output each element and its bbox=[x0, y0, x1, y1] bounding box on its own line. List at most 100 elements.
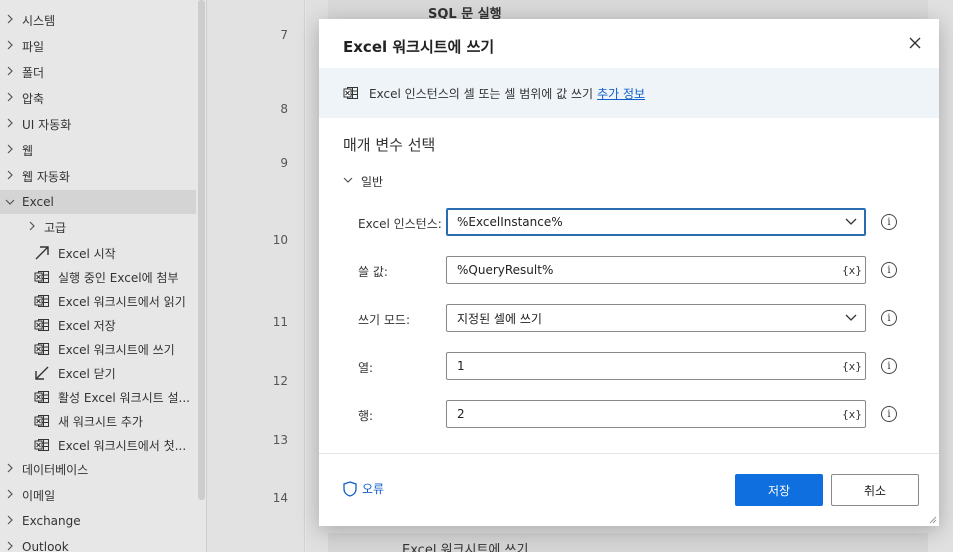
line-number: 11 bbox=[272, 315, 288, 329]
sidebar-category[interactable]: 웹 자동화 bbox=[0, 164, 70, 188]
sidebar-category[interactable]: 웹 bbox=[0, 138, 33, 162]
tree-item-label: 폴더 bbox=[22, 65, 45, 80]
excel-instance-dropdown[interactable]: %ExcelInstance% bbox=[446, 208, 866, 236]
tree-item-label: Excel 워크시트에서 첫... bbox=[58, 438, 187, 453]
arrow-up-right-icon bbox=[34, 245, 50, 261]
sidebar-category[interactable]: 데이터베이스 bbox=[0, 457, 88, 481]
excel-instance-value: %ExcelInstance% bbox=[457, 215, 563, 229]
actions-panel-scrollbar[interactable] bbox=[198, 0, 205, 500]
excel-sheet-icon bbox=[34, 413, 50, 429]
sidebar-category[interactable]: 시스템 bbox=[0, 8, 55, 32]
excel-sheet-icon bbox=[34, 389, 50, 405]
sidebar-action-item[interactable]: Excel 워크시트에 쓰기 bbox=[34, 337, 175, 361]
errors-label: 오류 bbox=[362, 482, 385, 496]
value-to-write-row: 쓸 값: %QueryResult% {x} i bbox=[319, 256, 939, 284]
value-to-write-input[interactable]: %QueryResult% {x} bbox=[446, 256, 866, 284]
value-to-write-value: %QueryResult% bbox=[457, 263, 554, 277]
sidebar-category[interactable]: 압축 bbox=[0, 86, 44, 110]
line-number: 12 bbox=[272, 374, 288, 388]
chevron-right-icon bbox=[4, 489, 16, 502]
variable-picker-button[interactable]: {x} bbox=[839, 257, 865, 283]
info-icon[interactable]: i bbox=[881, 214, 897, 230]
tree-item-label: 데이터베이스 bbox=[22, 462, 89, 477]
group-label: 일반 bbox=[361, 175, 384, 189]
tree-item-label: Exchange bbox=[22, 514, 81, 528]
tree-item-label: Excel bbox=[22, 195, 54, 209]
write-mode-dropdown[interactable]: 지정된 셀에 쓰기 bbox=[446, 304, 866, 332]
chevron-right-icon bbox=[26, 221, 38, 234]
close-icon bbox=[909, 37, 921, 49]
errors-button[interactable]: 오류 bbox=[343, 480, 384, 497]
sidebar-action-item[interactable]: 새 워크시트 추가 bbox=[34, 409, 143, 433]
excel-sheet-icon bbox=[34, 293, 50, 309]
sidebar-action-item[interactable]: Excel 시작 bbox=[34, 241, 116, 265]
sidebar-action-item[interactable]: Excel 저장 bbox=[34, 313, 116, 337]
sidebar-subcategory-advanced[interactable]: 고급 bbox=[22, 215, 66, 239]
tree-item-label: 고급 bbox=[44, 220, 67, 235]
tree-item-label: 웹 bbox=[22, 143, 34, 158]
info-icon[interactable]: i bbox=[881, 358, 897, 374]
tree-item-label: UI 자동화 bbox=[22, 117, 72, 132]
shield-icon bbox=[343, 480, 357, 497]
tree-item-label: 실행 중인 Excel에 첨부 bbox=[58, 270, 179, 285]
chevron-right-icon bbox=[4, 14, 16, 27]
info-icon[interactable]: i bbox=[881, 262, 897, 278]
chevron-right-icon bbox=[4, 40, 16, 53]
info-icon[interactable]: i bbox=[881, 406, 897, 422]
cancel-button[interactable]: 취소 bbox=[831, 474, 919, 506]
sidebar-category[interactable]: UI 자동화 bbox=[0, 112, 71, 136]
flow-action-card[interactable]: Excel 워크시트에 쓰기 bbox=[328, 533, 928, 552]
info-icon[interactable]: i bbox=[881, 310, 897, 326]
excel-sheet-icon bbox=[343, 85, 359, 101]
write-to-excel-dialog: Excel 워크시트에 쓰기 Excel 인스턴스의 셀 또는 셀 범위에 값 … bbox=[319, 19, 939, 526]
write-mode-row: 쓰기 모드: 지정된 셀에 쓰기 i bbox=[319, 304, 939, 332]
chevron-right-icon bbox=[4, 92, 16, 105]
sidebar-category-excel[interactable]: Excel bbox=[0, 190, 196, 214]
sidebar-action-item[interactable]: Excel 워크시트에서 읽기 bbox=[34, 289, 186, 313]
write-mode-label: 쓰기 모드: bbox=[358, 313, 411, 327]
chevron-right-icon bbox=[4, 541, 16, 552]
sidebar-category[interactable]: Exchange bbox=[0, 509, 81, 533]
save-button[interactable]: 저장 bbox=[735, 474, 823, 506]
excel-sheet-icon bbox=[34, 437, 50, 453]
sidebar-action-item[interactable]: Excel 워크시트에서 첫... bbox=[34, 433, 186, 457]
line-number: 8 bbox=[280, 102, 288, 116]
variable-picker-button[interactable]: {x} bbox=[839, 353, 865, 379]
chevron-down-icon bbox=[837, 305, 865, 331]
column-input[interactable]: 1 {x} bbox=[446, 352, 866, 380]
sidebar-action-item[interactable]: 활성 Excel 워크시트 설... bbox=[34, 385, 190, 409]
chevron-down-icon bbox=[343, 175, 353, 188]
sidebar-category[interactable]: 파일 bbox=[0, 34, 44, 58]
tree-item-label: 압축 bbox=[22, 91, 45, 106]
variable-picker-button[interactable]: {x} bbox=[839, 401, 865, 427]
excel-instance-row: Excel 인스턴스: %ExcelInstance% i bbox=[319, 208, 939, 236]
value-to-write-label: 쓸 값: bbox=[358, 265, 388, 279]
column-label: 열: bbox=[358, 361, 374, 375]
chevron-right-icon bbox=[4, 118, 16, 131]
chevron-right-icon bbox=[4, 144, 16, 157]
tree-item-label: 활성 Excel 워크시트 설... bbox=[58, 390, 190, 405]
sidebar-category[interactable]: Outlook bbox=[0, 535, 69, 552]
arrow-down-left-icon bbox=[34, 365, 50, 381]
line-number: 9 bbox=[280, 156, 288, 170]
close-button[interactable] bbox=[905, 33, 925, 53]
row-input[interactable]: 2 {x} bbox=[446, 400, 866, 428]
dialog-description: Excel 인스턴스의 셀 또는 셀 범위에 값 쓰기 bbox=[369, 86, 594, 101]
sidebar-action-item[interactable]: 실행 중인 Excel에 첨부 bbox=[34, 265, 179, 289]
sidebar-category[interactable]: 이메일 bbox=[0, 483, 55, 507]
line-number: 14 bbox=[272, 491, 288, 505]
tree-item-label: Excel 시작 bbox=[58, 246, 116, 261]
tree-item-label: 이메일 bbox=[22, 488, 56, 503]
column-row: 열: 1 {x} i bbox=[319, 352, 939, 380]
general-group-toggle[interactable]: 일반 bbox=[343, 173, 383, 190]
more-info-link[interactable]: 추가 정보 bbox=[597, 85, 645, 102]
line-number: 13 bbox=[272, 433, 288, 447]
sidebar-category[interactable]: 폴더 bbox=[0, 60, 44, 84]
tree-item-label: 웹 자동화 bbox=[22, 169, 70, 184]
resize-grip-icon[interactable] bbox=[927, 514, 937, 524]
flow-action-title: Excel 워크시트에 쓰기 bbox=[402, 543, 529, 552]
row-value: 2 bbox=[457, 407, 465, 421]
sidebar-action-item[interactable]: Excel 닫기 bbox=[34, 361, 116, 385]
excel-sheet-icon bbox=[34, 317, 50, 333]
flow-action-card[interactable]: SQL 문 실행 bbox=[328, 0, 928, 22]
